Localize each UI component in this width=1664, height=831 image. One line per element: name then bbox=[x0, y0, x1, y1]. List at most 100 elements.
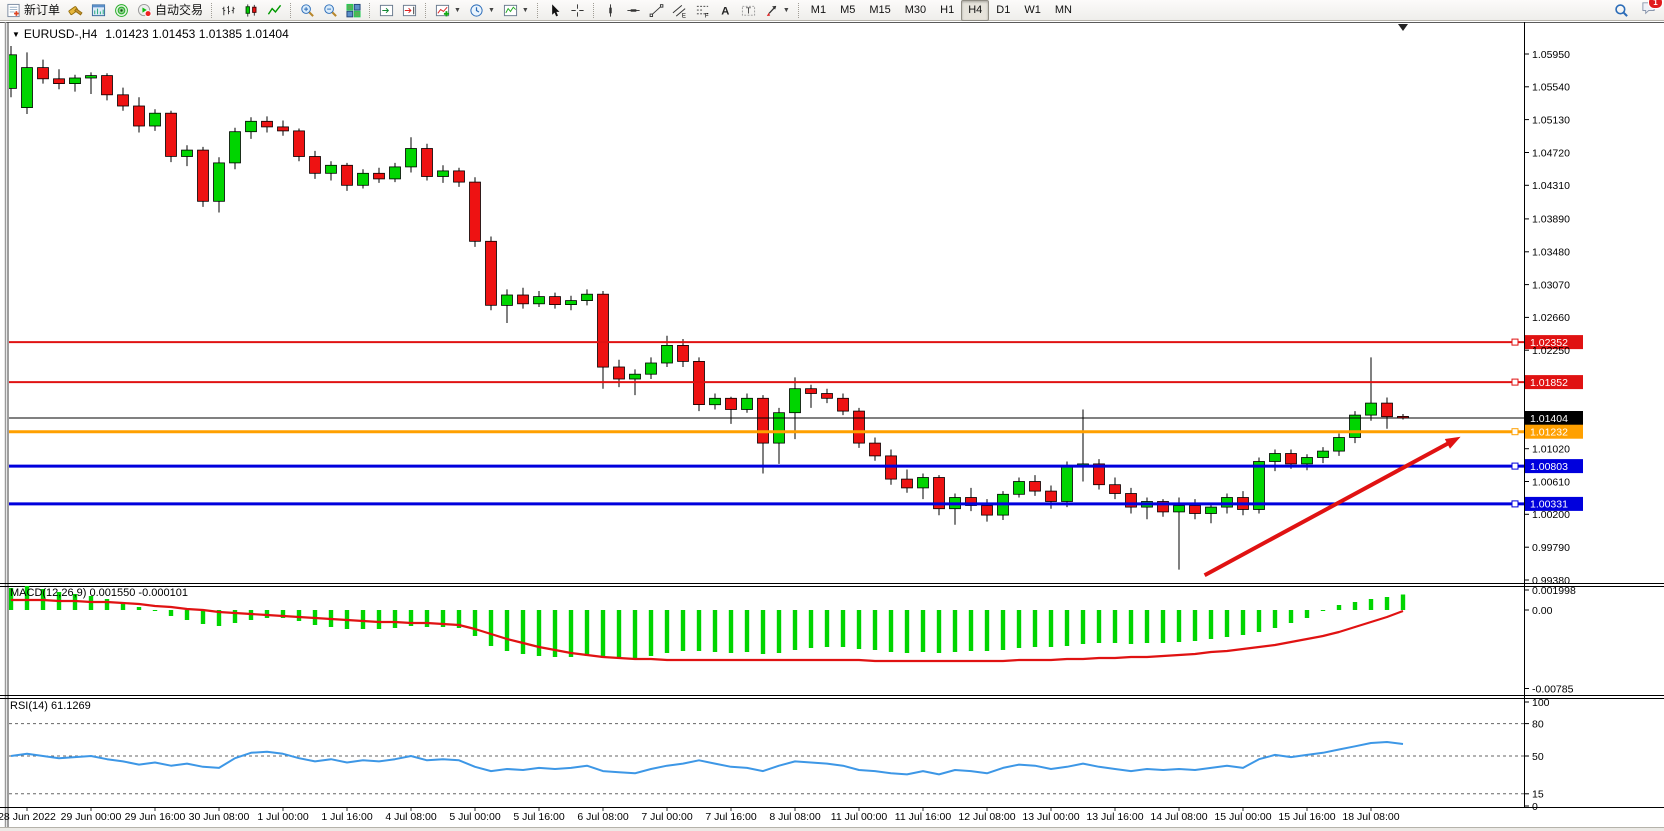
timeframe-m15[interactable]: M15 bbox=[862, 0, 897, 21]
dropdown-caret-icon: ▼ bbox=[522, 7, 529, 14]
svg-text:15: 15 bbox=[1532, 789, 1544, 801]
timeframe-m5-label: M5 bbox=[840, 1, 855, 20]
cursor-icon bbox=[547, 3, 562, 18]
svg-text:13 Jul 16:00: 13 Jul 16:00 bbox=[1086, 811, 1143, 823]
toolbar-separator bbox=[425, 3, 427, 18]
label-tool[interactable]: T bbox=[737, 0, 760, 21]
svg-text:1.04310: 1.04310 bbox=[1532, 180, 1570, 192]
toolbar: 新订单 自动交易 ▼ ▼ ▼ E F A T ▼ M1 M5 M15 M30H1H4D1W1 MN 1 bbox=[0, 0, 1664, 21]
rsi-axis[interactable]: 1008050150 bbox=[1524, 697, 1550, 813]
chart-shift-button[interactable] bbox=[398, 0, 421, 21]
svg-text:0.001998: 0.001998 bbox=[1532, 585, 1576, 597]
timeframe-mn-label: MN bbox=[1055, 1, 1072, 20]
panel-splitter-rsi[interactable] bbox=[0, 696, 1664, 699]
svg-text:1.05130: 1.05130 bbox=[1532, 114, 1570, 126]
timeframe-m1[interactable]: M1 bbox=[804, 0, 833, 21]
trendline-tool[interactable] bbox=[645, 0, 668, 21]
auto-scroll-button[interactable] bbox=[375, 0, 398, 21]
svg-text:6 Jul 08:00: 6 Jul 08:00 bbox=[577, 811, 629, 823]
search-button[interactable] bbox=[1610, 0, 1633, 21]
fibonacci-tool[interactable]: F bbox=[691, 0, 714, 21]
svg-text:18 Jul 08:00: 18 Jul 08:00 bbox=[1342, 811, 1399, 823]
timeframe-m5[interactable]: M5 bbox=[833, 0, 862, 21]
panel-splitter-macd[interactable] bbox=[0, 584, 1664, 587]
new-order-button[interactable]: 新订单 bbox=[2, 0, 64, 21]
equidistant-channel-tool[interactable]: E bbox=[668, 0, 691, 21]
shift-icon bbox=[402, 3, 417, 18]
macd-axis[interactable]: 0.001998 0.00 -0.00785 bbox=[1524, 585, 1576, 696]
svg-text:50: 50 bbox=[1532, 751, 1544, 763]
auto-trading-button[interactable]: 自动交易 bbox=[133, 0, 207, 21]
svg-text:28 Jun 2022: 28 Jun 2022 bbox=[0, 811, 56, 823]
svg-text:F: F bbox=[705, 12, 709, 17]
templates-button[interactable]: ▼ bbox=[499, 0, 533, 21]
svg-text:14 Jul 08:00: 14 Jul 08:00 bbox=[1150, 811, 1207, 823]
svg-text:1.02250: 1.02250 bbox=[1532, 345, 1570, 357]
dropdown-caret-icon: ▼ bbox=[454, 7, 461, 14]
candle-chart-button[interactable] bbox=[240, 0, 263, 21]
svg-text:1.03480: 1.03480 bbox=[1532, 247, 1570, 259]
arrows-icon bbox=[764, 3, 779, 18]
charts-window-button[interactable] bbox=[87, 0, 110, 21]
horizontal-line-tool[interactable] bbox=[622, 0, 645, 21]
timeframe-m15-label: M15 bbox=[869, 1, 890, 20]
zoom-in-button[interactable] bbox=[296, 0, 319, 21]
vline-icon bbox=[603, 3, 618, 18]
svg-text:T: T bbox=[746, 5, 751, 15]
zoom-out-icon bbox=[323, 3, 338, 18]
symbol-title[interactable]: ▼EURUSD-,H41.01423 1.01453 1.01385 1.014… bbox=[12, 27, 289, 41]
clock-icon bbox=[469, 3, 484, 18]
text-icon: A bbox=[718, 3, 733, 18]
tile-icon bbox=[346, 3, 361, 18]
timeframe-w1[interactable]: W1 bbox=[1017, 0, 1048, 21]
arrows-tool[interactable]: ▼ bbox=[760, 0, 794, 21]
time-axis[interactable]: 28 Jun 202229 Jun 00:0029 Jun 16:0030 Ju… bbox=[0, 808, 1400, 823]
svg-text:30 Jun 08:00: 30 Jun 08:00 bbox=[189, 811, 250, 823]
channel-icon: E bbox=[672, 3, 687, 18]
charts-icon bbox=[91, 3, 106, 18]
toolbar-separator bbox=[369, 3, 371, 18]
timeframe-h1[interactable]: H1 bbox=[933, 0, 961, 21]
toolbar-separator bbox=[537, 3, 539, 18]
timeframe-h4[interactable]: H4 bbox=[961, 0, 989, 21]
svg-text:1.05540: 1.05540 bbox=[1532, 82, 1570, 94]
chart-plot-area[interactable] bbox=[9, 22, 1524, 583]
vertical-line-tool[interactable] bbox=[599, 0, 622, 21]
svg-text:5 Jul 00:00: 5 Jul 00:00 bbox=[449, 811, 501, 823]
app-window: 新订单 自动交易 ▼ ▼ ▼ E F A T ▼ M1 M5 M15 M30H1H4D1W1 MN 1 1.0… bbox=[0, 0, 1664, 831]
svg-text:0.99790: 0.99790 bbox=[1532, 542, 1570, 554]
svg-text:1.02660: 1.02660 bbox=[1532, 312, 1570, 324]
timeframe-m1-label: M1 bbox=[811, 1, 826, 20]
zoom-in-icon bbox=[300, 3, 315, 18]
crosshair-button[interactable] bbox=[566, 0, 589, 21]
tile-windows-button[interactable] bbox=[342, 0, 365, 21]
svg-text:15 Jul 00:00: 15 Jul 00:00 bbox=[1214, 811, 1271, 823]
zoom-out-button[interactable] bbox=[319, 0, 342, 21]
svg-text:1.01852: 1.01852 bbox=[1530, 377, 1568, 389]
svg-text:5 Jul 16:00: 5 Jul 16:00 bbox=[513, 811, 565, 823]
periods-button[interactable]: ▼ bbox=[465, 0, 499, 21]
symbol-quote: 1.01423 1.01453 1.01385 1.01404 bbox=[105, 27, 289, 41]
text-tool[interactable]: A bbox=[714, 0, 737, 21]
chevron-down-icon: ▼ bbox=[12, 30, 20, 39]
new-order-icon bbox=[6, 3, 21, 18]
cursor-button[interactable] bbox=[543, 0, 566, 21]
svg-text:0.00: 0.00 bbox=[1532, 605, 1553, 617]
line-chart-button[interactable] bbox=[263, 0, 286, 21]
timeframe-m30[interactable]: M30 bbox=[898, 0, 933, 21]
timeframe-mn[interactable]: MN bbox=[1048, 0, 1079, 21]
svg-text:7 Jul 00:00: 7 Jul 00:00 bbox=[641, 811, 693, 823]
timeframe-d1[interactable]: D1 bbox=[989, 0, 1017, 21]
svg-text:1.01020: 1.01020 bbox=[1532, 444, 1570, 456]
svg-text:-0.00785: -0.00785 bbox=[1532, 683, 1574, 695]
bar-chart-button[interactable] bbox=[217, 0, 240, 21]
new-order-button-label: 新订单 bbox=[24, 1, 60, 20]
metaeditor-button[interactable] bbox=[64, 0, 87, 21]
chat-button[interactable]: 1 bbox=[1641, 0, 1656, 20]
chart-canvas[interactable]: 1.023521.018521.014041.012321.008031.003… bbox=[0, 0, 1664, 831]
fibo-icon: F bbox=[695, 3, 710, 18]
indicators-button[interactable]: ▼ bbox=[431, 0, 465, 21]
signal-button[interactable] bbox=[110, 0, 133, 21]
signal-icon bbox=[114, 3, 129, 18]
autotrade-icon bbox=[137, 3, 152, 18]
